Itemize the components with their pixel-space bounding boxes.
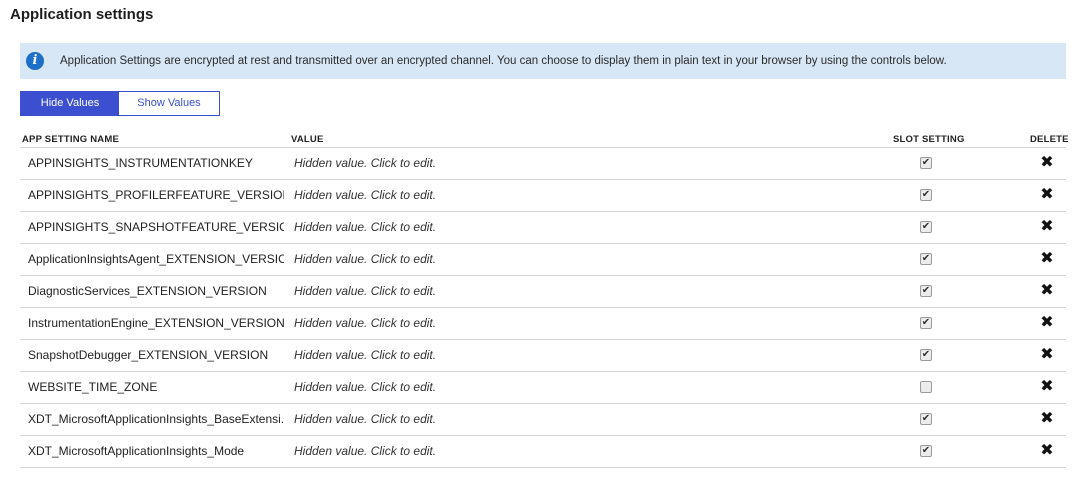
table-row: DiagnosticServices_EXTENSION_VERSION Hidd…: [20, 276, 1066, 308]
setting-value[interactable]: Hidden value. Click to edit.: [294, 284, 436, 298]
setting-name[interactable]: APPINSIGHTS_PROFILERFEATURE_VERSION: [28, 188, 284, 202]
delete-icon[interactable]: ✖: [1040, 314, 1054, 330]
table-header: APP SETTING NAME VALUE SLOT SETTING DELE…: [20, 131, 1069, 148]
values-visibility-toggle: Hide Values Show Values: [20, 91, 220, 116]
table-row: APPINSIGHTS_PROFILERFEATURE_VERSION Hidde…: [20, 180, 1066, 212]
slot-setting-checkbox[interactable]: ✔: [920, 349, 932, 361]
column-header-slot-setting: SLOT SETTING: [893, 134, 965, 145]
setting-value[interactable]: Hidden value. Click to edit.: [294, 220, 436, 234]
table-row: WEBSITE_TIME_ZONE Hidden value. Click to …: [20, 372, 1066, 404]
setting-value[interactable]: Hidden value. Click to edit.: [294, 444, 436, 458]
setting-name[interactable]: InstrumentationEngine_EXTENSION_VERSION: [28, 316, 284, 330]
table-row: APPINSIGHTS_SNAPSHOTFEATURE_VERSION Hidde…: [20, 212, 1066, 244]
delete-icon[interactable]: ✖: [1040, 154, 1054, 170]
table-row: XDT_MicrosoftApplicationInsights_BaseExt…: [20, 404, 1066, 436]
column-header-value: VALUE: [291, 134, 324, 145]
delete-icon[interactable]: ✖: [1040, 442, 1054, 458]
setting-name[interactable]: ApplicationInsightsAgent_EXTENSION_VERSI…: [28, 252, 284, 266]
slot-setting-checkbox[interactable]: ✔: [920, 221, 932, 233]
setting-value[interactable]: Hidden value. Click to edit.: [294, 252, 436, 266]
slot-setting-checkbox[interactable]: ✔: [920, 445, 932, 457]
table-row: ApplicationInsightsAgent_EXTENSION_VERSI…: [20, 244, 1066, 276]
delete-icon[interactable]: ✖: [1040, 218, 1054, 234]
show-values-button[interactable]: Show Values: [119, 92, 219, 115]
info-text: Application Settings are encrypted at re…: [60, 55, 947, 67]
slot-setting-checkbox[interactable]: ✔: [920, 285, 932, 297]
setting-value[interactable]: Hidden value. Click to edit.: [294, 380, 436, 394]
hide-values-button[interactable]: Hide Values: [21, 92, 119, 115]
setting-value[interactable]: Hidden value. Click to edit.: [294, 156, 436, 170]
setting-value[interactable]: Hidden value. Click to edit.: [294, 412, 436, 426]
page-title: Application settings: [10, 6, 154, 23]
table-row: SnapshotDebugger_EXTENSION_VERSION Hidden…: [20, 340, 1066, 372]
delete-icon[interactable]: ✖: [1040, 410, 1054, 426]
info-banner: i Application Settings are encrypted at …: [20, 43, 1066, 79]
setting-name[interactable]: XDT_MicrosoftApplicationInsights_BaseExt…: [28, 412, 284, 426]
setting-name[interactable]: DiagnosticServices_EXTENSION_VERSION: [28, 284, 284, 298]
column-header-name: APP SETTING NAME: [22, 134, 119, 145]
slot-setting-checkbox[interactable]: ✔: [920, 317, 932, 329]
slot-setting-checkbox[interactable]: ✔: [920, 189, 932, 201]
table-row: InstrumentationEngine_EXTENSION_VERSION H…: [20, 308, 1066, 340]
delete-icon[interactable]: ✖: [1040, 378, 1054, 394]
slot-setting-checkbox[interactable]: ✔: [920, 253, 932, 265]
setting-name[interactable]: SnapshotDebugger_EXTENSION_VERSION: [28, 348, 284, 362]
slot-setting-checkbox[interactable]: ✔: [920, 157, 932, 169]
delete-icon[interactable]: ✖: [1040, 186, 1054, 202]
slot-setting-checkbox[interactable]: [920, 381, 932, 393]
info-icon: i: [26, 52, 44, 70]
setting-name[interactable]: WEBSITE_TIME_ZONE: [28, 380, 284, 394]
delete-icon[interactable]: ✖: [1040, 346, 1054, 362]
delete-icon[interactable]: ✖: [1040, 250, 1054, 266]
delete-icon[interactable]: ✖: [1040, 282, 1054, 298]
setting-value[interactable]: Hidden value. Click to edit.: [294, 188, 436, 202]
table-row: APPINSIGHTS_INSTRUMENTATIONKEY Hidden val…: [20, 148, 1066, 180]
setting-name[interactable]: APPINSIGHTS_SNAPSHOTFEATURE_VERSION: [28, 220, 284, 234]
table-row: XDT_MicrosoftApplicationInsights_Mode Hid…: [20, 436, 1066, 468]
slot-setting-checkbox[interactable]: ✔: [920, 413, 932, 425]
setting-value[interactable]: Hidden value. Click to edit.: [294, 348, 436, 362]
setting-name[interactable]: APPINSIGHTS_INSTRUMENTATIONKEY: [28, 156, 284, 170]
setting-name[interactable]: XDT_MicrosoftApplicationInsights_Mode: [28, 444, 284, 458]
column-header-delete: DELETE: [1030, 134, 1069, 145]
app-settings-table: APP SETTING NAME VALUE SLOT SETTING DELE…: [20, 131, 1069, 468]
setting-value[interactable]: Hidden value. Click to edit.: [294, 316, 436, 330]
